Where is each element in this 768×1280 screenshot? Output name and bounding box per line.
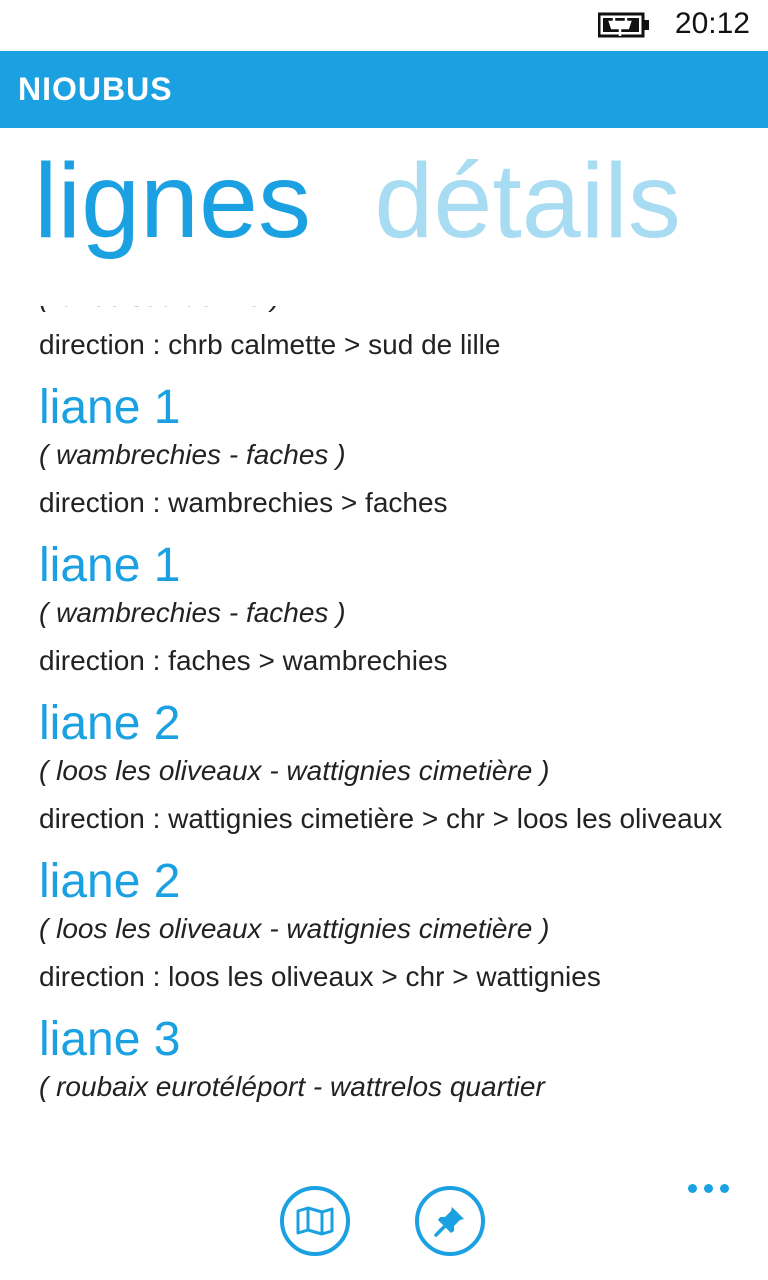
line-route: ( wambrechies - faches ) — [39, 597, 346, 628]
line-direction: direction : wattignies cimetière > chr >… — [39, 803, 723, 834]
pin-icon — [434, 1207, 464, 1237]
pivot-tab-details[interactable]: détails — [374, 136, 680, 266]
line-direction: direction : faches > wambrechies — [39, 645, 448, 676]
line-title: liane 1 — [39, 539, 181, 592]
line-title: liane 1 — [39, 381, 181, 434]
more-icon[interactable] — [686, 1180, 732, 1196]
lines-list-content: ( itinéo sud de lille ) direction : chrb… — [0, 306, 768, 1126]
list-item[interactable]: ( itinéo sud de lille ) direction : chrb… — [0, 306, 768, 378]
line-route: ( itinéo sud de lille ) — [39, 306, 728, 324]
line-direction: direction : wambrechies > faches — [39, 487, 448, 518]
status-bar: 20:12 — [0, 0, 768, 51]
line-title: liane 2 — [39, 855, 181, 908]
list-item[interactable]: liane 3 ( roubaix eurotéléport - wattrel… — [0, 1010, 768, 1126]
line-title: liane 3 — [39, 1013, 181, 1066]
list-item[interactable]: liane 1 ( wambrechies - faches ) directi… — [0, 378, 768, 536]
line-route: ( loos les oliveaux - wattignies cimetiè… — [39, 913, 550, 944]
list-item[interactable]: liane 2 ( loos les oliveaux - wattignies… — [0, 694, 768, 852]
line-title: liane 2 — [39, 697, 181, 750]
pin-button[interactable] — [415, 1186, 485, 1256]
lines-list[interactable]: ( itinéo sud de lille ) direction : chrb… — [0, 306, 768, 1156]
battery-charging-icon — [598, 12, 649, 38]
map-icon — [296, 1206, 334, 1236]
line-direction — [39, 1114, 728, 1126]
line-route: ( loos les oliveaux - wattignies cimetiè… — [39, 755, 550, 786]
pivot-tab-lignes[interactable]: lignes — [34, 136, 311, 266]
list-item[interactable]: liane 1 ( wambrechies - faches ) directi… — [0, 536, 768, 694]
line-route: ( wambrechies - faches ) — [39, 439, 346, 470]
pivot-header: lignes détails — [34, 136, 681, 266]
clock: 20:12 — [674, 7, 750, 40]
list-item[interactable]: liane 2 ( loos les oliveaux - wattignies… — [0, 852, 768, 1010]
app-title: NIOUBUS — [18, 71, 173, 107]
map-button[interactable] — [280, 1186, 350, 1256]
line-direction: direction : chrb calmette > sud de lille — [39, 329, 501, 360]
line-direction: direction : loos les oliveaux > chr > wa… — [39, 961, 601, 992]
line-route: ( roubaix eurotéléport - wattrelos quart… — [39, 1071, 545, 1102]
